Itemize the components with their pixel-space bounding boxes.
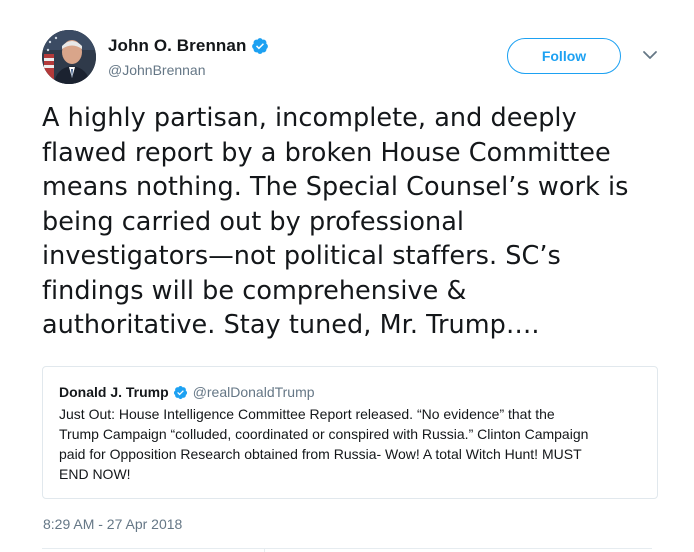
tweet-text-line: flawed report by a broken House Committe… <box>42 137 611 168</box>
tweet-text-line: means nothing. The Special Counsel’s wor… <box>42 172 629 202</box>
chevron-down-icon[interactable] <box>641 48 659 62</box>
author-display-name[interactable]: John O. Brennan <box>108 36 246 56</box>
quoted-author-name: Donald J. Trump <box>59 384 169 400</box>
quoted-author-handle: @realDonaldTrump <box>192 384 315 400</box>
quoted-tweet-line: Just Out: House Intelligence Committee R… <box>59 406 555 422</box>
quoted-tweet-header: Donald J. Trump @realDonaldTrump <box>59 383 315 401</box>
author-name-row[interactable]: John O. Brennan <box>108 34 269 58</box>
tweet-text-line: A highly partisan, incomplete, and deepl… <box>42 103 577 133</box>
quoted-tweet-line: paid for Opposition Research obtained fr… <box>59 446 582 462</box>
quoted-tweet-line: END NOW! <box>59 466 131 482</box>
quoted-tweet-card[interactable]: Donald J. Trump @realDonaldTrump Just Ou… <box>42 366 658 499</box>
tweet-timestamp[interactable]: 8:29 AM - 27 Apr 2018 <box>43 516 182 532</box>
follow-button[interactable]: Follow <box>507 38 621 74</box>
tweet-text-line: being carried out by professional <box>42 206 465 237</box>
divider <box>264 548 265 552</box>
quoted-tweet-line: Trump Campaign “colluded, coordinated or… <box>59 426 589 442</box>
divider <box>42 548 652 549</box>
tweet-text: A highly partisan, incomplete, and deepl… <box>42 101 662 343</box>
avatar[interactable] <box>42 30 96 84</box>
author-handle[interactable]: @JohnBrennan <box>108 62 206 78</box>
tweet-text-line: findings will be comprehensive & <box>42 275 467 306</box>
tweet-text-line: authoritative. Stay tuned, Mr. Trump…. <box>42 310 540 340</box>
quoted-tweet-text: Just Out: House Intelligence Committee R… <box>59 404 649 484</box>
verified-badge-icon <box>173 385 188 400</box>
tweet-text-line: investigators—not political staffers. SC… <box>42 241 561 271</box>
verified-badge-icon <box>251 37 269 55</box>
avatar-image <box>42 30 96 84</box>
